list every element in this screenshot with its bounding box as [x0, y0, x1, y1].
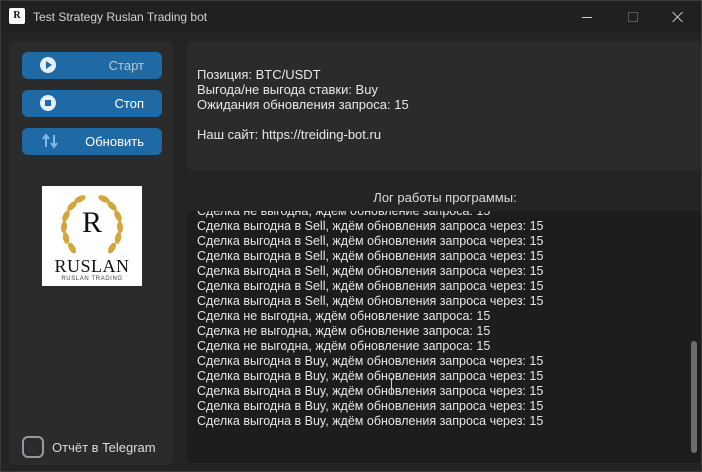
maximize-icon: [628, 12, 638, 22]
logo-subtitle: RUSLAN TRADING: [61, 276, 123, 282]
log-line: Сделка выгодна в Buy, ждём обновления за…: [197, 354, 544, 368]
minimize-button[interactable]: [564, 1, 610, 33]
log-line: Сделка выгодна в Buy, ждём обновления за…: [197, 414, 544, 428]
app-icon-letter: R: [13, 10, 21, 21]
log-lines: Сделка не выгодна, ждём обновление запро…: [197, 211, 544, 429]
log-line: Сделка выгодна в Sell, ждём обновления з…: [197, 279, 544, 293]
text-cursor-icon: [390, 378, 393, 394]
log-title: Лог работы программы:: [373, 190, 517, 205]
logo-letter: R: [81, 206, 102, 239]
app-window: R Test Strategy Ruslan Trading bot Старт…: [0, 0, 702, 472]
wait-text: Ожидания обновления запроса: 15: [197, 97, 409, 112]
log-scrollbar[interactable]: [691, 341, 697, 453]
position-text: Позиция: BTC/USDT: [197, 67, 321, 82]
refresh-button-label: Обновить: [85, 134, 144, 149]
close-icon: [672, 11, 684, 23]
log-line: Сделка выгодна в Sell, ждём обновления з…: [197, 264, 544, 278]
log-line: Сделка не выгодна, ждём обновление запро…: [197, 211, 491, 218]
refresh-button[interactable]: Обновить: [22, 128, 162, 155]
log-line: Сделка не выгодна, ждём обновление запро…: [197, 339, 491, 353]
log-line: Сделка выгодна в Sell, ждём обновления з…: [197, 219, 544, 233]
log-line: Сделка не выгодна, ждём обновление запро…: [197, 309, 491, 323]
log-line: Сделка выгодна в Sell, ждём обновления з…: [197, 234, 544, 248]
start-button[interactable]: Старт: [22, 52, 162, 79]
app-logo-icon: R: [9, 8, 25, 24]
profit-text: Выгода/не выгода ставки: Buy: [197, 82, 378, 97]
log-line: Сделка выгодна в Sell, ждём обновления з…: [197, 249, 544, 263]
log-line: Сделка выгодна в Buy, ждём обновления за…: [197, 384, 544, 398]
start-button-label: Старт: [108, 58, 144, 73]
window-title: Test Strategy Ruslan Trading bot: [33, 10, 208, 24]
sidebar: Старт Стоп Обновить R RUSLAN RUSLAN TRAD…: [9, 41, 173, 465]
log-line: Сделка выгодна в Buy, ждём обновления за…: [197, 369, 544, 383]
checkbox-box[interactable]: [22, 436, 44, 458]
stop-button-label: Стоп: [114, 96, 144, 111]
telegram-report-checkbox[interactable]: Отчёт в Telegram: [22, 436, 156, 458]
minimize-icon: [582, 16, 592, 18]
site-text: Наш сайт: https://treiding-bot.ru: [197, 127, 382, 142]
telegram-report-label: Отчёт в Telegram: [52, 439, 156, 455]
log-line: Сделка не выгодна, ждём обновление запро…: [197, 324, 491, 338]
refresh-icon: [40, 132, 60, 150]
logo-name: RUSLAN: [54, 256, 130, 276]
title-bar[interactable]: R Test Strategy Ruslan Trading bot: [1, 1, 701, 33]
maximize-button[interactable]: [610, 1, 656, 33]
log-line: Сделка выгодна в Buy, ждём обновления за…: [197, 399, 544, 413]
play-icon: [40, 57, 56, 73]
info-panel: Позиция: BTC/USDT Выгода/не выгода ставк…: [187, 41, 701, 171]
log-line: Сделка выгодна в Sell, ждём обновления з…: [197, 294, 544, 308]
ruslan-logo: R RUSLAN RUSLAN TRADING: [42, 186, 142, 286]
close-button[interactable]: [655, 1, 701, 33]
log-textbox[interactable]: Сделка не выгодна, ждём обновление запро…: [187, 211, 701, 463]
stop-button[interactable]: Стоп: [22, 90, 162, 117]
stop-icon: [40, 95, 56, 111]
